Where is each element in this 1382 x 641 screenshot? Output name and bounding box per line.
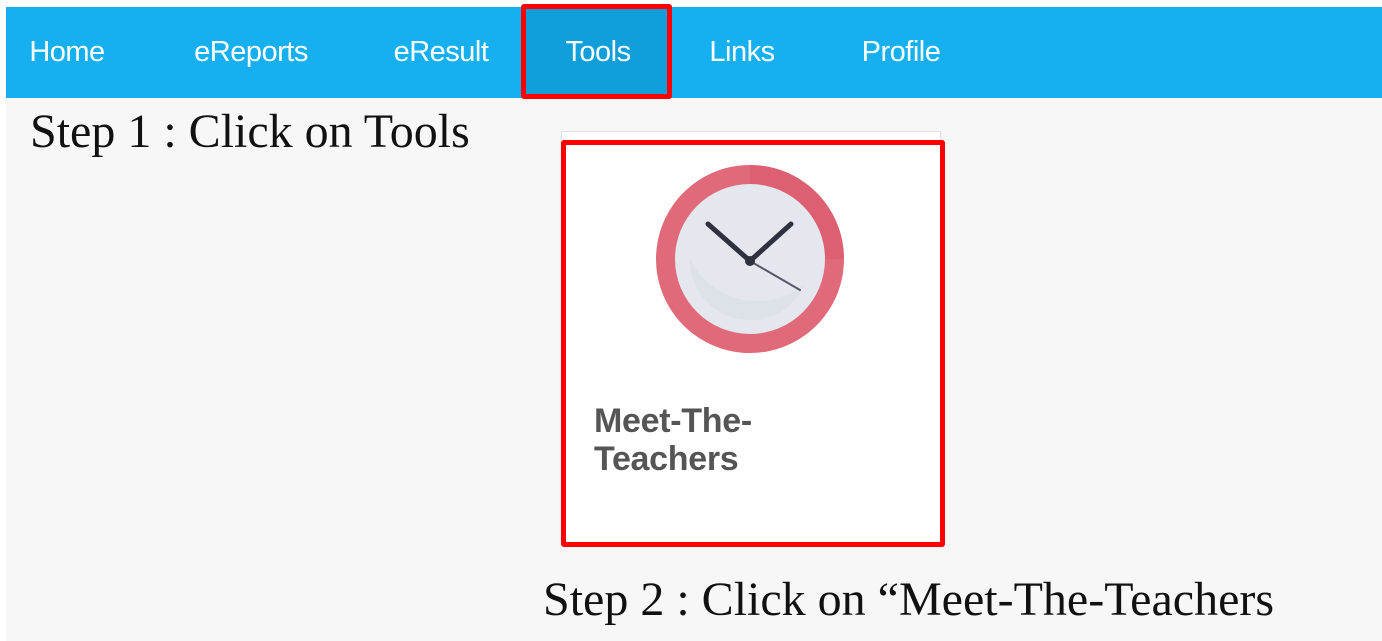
step1-instruction: Step 1 : Click on Tools	[30, 105, 470, 158]
main-navbar: Home eReports eResult Tools Links Profil…	[6, 7, 1382, 98]
nav-home[interactable]: Home	[6, 7, 128, 98]
meet-the-teachers-label: Meet-The- Teachers	[594, 402, 752, 478]
nav-eresult[interactable]: eResult	[360, 7, 522, 98]
nav-tools[interactable]: Tools	[524, 7, 672, 98]
nav-ereports[interactable]: eReports	[160, 7, 342, 98]
nav-links[interactable]: Links	[684, 7, 800, 98]
clock-icon	[656, 165, 844, 353]
step2-instruction: Step 2 : Click on “Meet-The-Teachers	[543, 573, 1275, 626]
nav-profile[interactable]: Profile	[826, 7, 976, 98]
